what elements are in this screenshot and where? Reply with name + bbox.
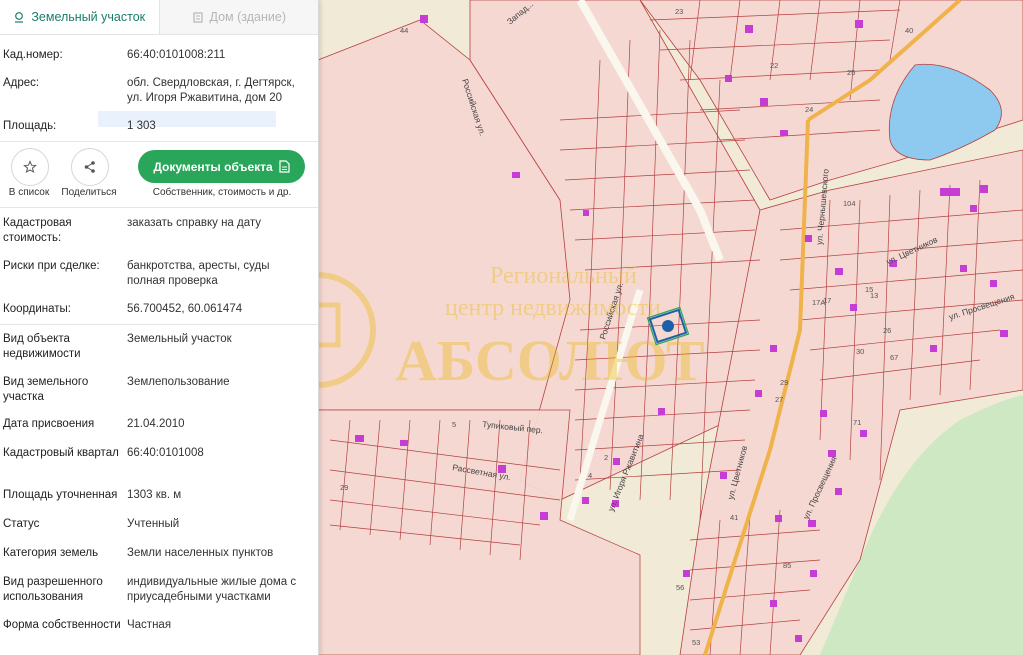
detail-value: 56.700452, 60.061474 <box>127 303 243 315</box>
share-button[interactable] <box>71 148 109 186</box>
detail-value: индивидуальные жилые дома с приусадебным… <box>127 576 297 603</box>
svg-text:30: 30 <box>856 347 864 356</box>
svg-text:71: 71 <box>853 418 861 427</box>
svg-text:5: 5 <box>452 420 456 429</box>
svg-text:29: 29 <box>780 378 788 387</box>
area-label: Площадь: <box>3 120 57 132</box>
documents-subtitle: Собственник, стоимость и др. <box>152 187 292 198</box>
favorite-button[interactable] <box>11 148 49 186</box>
detail-key: Площадь уточненная <box>3 489 118 501</box>
svg-text:Региональный: Региональный <box>490 263 637 289</box>
detail-key: Кадастровый квартал <box>3 447 119 459</box>
svg-text:67: 67 <box>890 353 898 362</box>
detail-value: 1303 кв. м <box>127 489 182 501</box>
svg-text:АБСОЛЮТ: АБСОЛЮТ <box>395 328 705 393</box>
detail-key: Координаты: <box>3 303 71 315</box>
object-info-panel: Земельный участок Дом (здание) Кад.номер… <box>0 0 319 655</box>
address-line2: ул. Игоря Ржавитина, дом 20 <box>127 92 283 104</box>
detail-value: Земельный участок <box>127 333 232 345</box>
share-icon <box>84 161 95 173</box>
detail-key: Кадастровая стоимость: <box>3 217 72 244</box>
map-pin-icon <box>15 12 24 23</box>
building-icon <box>192 12 203 23</box>
document-icon <box>279 160 290 173</box>
order-certificate-link[interactable]: заказать справку на дату <box>127 216 313 231</box>
detail-value: 21.04.2010 <box>127 418 185 430</box>
svg-text:23: 23 <box>675 7 683 16</box>
svg-text:85: 85 <box>783 561 791 570</box>
svg-text:24: 24 <box>805 105 813 114</box>
detail-value: Землепользование <box>127 376 230 388</box>
tab-building-label: Дом (здание) <box>209 10 287 24</box>
tab-land-plot-label: Земельный участок <box>31 10 146 24</box>
detail-key: Дата присвоения <box>3 418 95 430</box>
svg-text:104: 104 <box>843 199 856 208</box>
area-value: 1 303 <box>127 120 156 132</box>
address-line1: обл. Свердловская, г. Дегтярск, <box>127 77 295 89</box>
svg-text:53: 53 <box>692 638 700 647</box>
tab-building[interactable]: Дом (здание) <box>159 0 318 34</box>
cad-number-label: Кад.номер: <box>3 49 63 61</box>
svg-text:25: 25 <box>847 68 855 77</box>
svg-text:40: 40 <box>905 26 913 35</box>
cad-number-value[interactable]: 66:40:0101008:211 <box>127 48 313 63</box>
tab-bar: Земельный участок Дом (здание) <box>0 0 318 35</box>
detail-value: Частная <box>127 619 172 631</box>
svg-text:26: 26 <box>883 326 891 335</box>
address-label: Адрес: <box>3 77 40 89</box>
detail-value: 66:40:0101008 <box>127 447 204 459</box>
favorite-label: В список <box>8 187 50 198</box>
svg-text:4: 4 <box>588 471 592 480</box>
documents-button[interactable]: Документы объекта <box>138 150 305 183</box>
svg-text:56: 56 <box>676 583 684 592</box>
tab-land-plot[interactable]: Земельный участок <box>0 0 160 34</box>
detail-key: Вид объекта недвижимости <box>3 333 81 360</box>
detail-key: Риски при сделке: <box>3 260 100 272</box>
share-label: Поделиться <box>61 187 117 198</box>
detail-key: Статус <box>3 518 40 530</box>
detail-key: Категория земель <box>3 547 99 559</box>
svg-text:13: 13 <box>870 291 878 300</box>
documents-button-label: Документы объекта <box>153 159 273 174</box>
svg-text:22: 22 <box>770 61 778 70</box>
svg-text:41: 41 <box>730 513 738 522</box>
svg-text:2: 2 <box>604 453 608 462</box>
svg-text:29: 29 <box>340 483 348 492</box>
svg-text:44: 44 <box>400 26 408 35</box>
detail-value: банкротства, аресты, суды <box>127 260 270 272</box>
detail-key: Форма собственности <box>3 619 121 631</box>
detail-value: Учтенный <box>127 518 180 530</box>
svg-text:27: 27 <box>775 395 783 404</box>
svg-text:центр недвижимости: центр недвижимости <box>445 295 661 321</box>
svg-text:17А: 17А <box>812 298 825 307</box>
detail-key: Вид земельного участка <box>3 376 89 403</box>
detail-key: Вид разрешенного использования <box>3 576 103 603</box>
full-check-link[interactable]: полная проверка <box>127 274 313 289</box>
detail-value: Земли населенных пунктов <box>127 547 274 559</box>
star-icon <box>23 160 37 174</box>
